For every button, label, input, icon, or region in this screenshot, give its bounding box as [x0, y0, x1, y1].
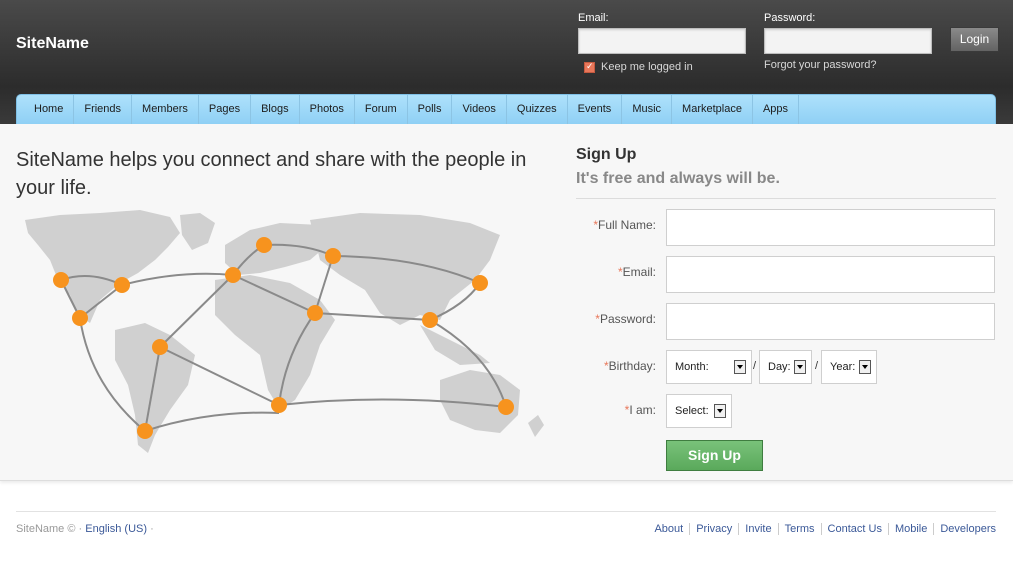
- email-label: *Email:: [572, 265, 656, 279]
- world-map-illustration: [25, 210, 544, 453]
- chevron-down-icon: [734, 360, 746, 374]
- nav-item-home[interactable]: Home: [17, 95, 75, 124]
- location-marker: [137, 423, 153, 439]
- footer-link-invite[interactable]: Invite: [738, 523, 777, 535]
- keep-logged-in-label: Keep me logged in: [601, 61, 693, 73]
- footer-separator: ·: [150, 523, 154, 535]
- birth-day-value: Day:: [768, 361, 791, 373]
- chevron-down-icon: [714, 404, 726, 418]
- footer-link-mobile[interactable]: Mobile: [887, 523, 933, 535]
- login-password-label: Password:: [764, 12, 816, 24]
- gender-value: Select:: [675, 405, 709, 417]
- signup-subtitle: It's free and always will be.: [576, 170, 780, 187]
- keep-logged-in-checkbox[interactable]: [584, 61, 595, 73]
- date-separator: /: [753, 360, 757, 372]
- location-marker: [114, 277, 130, 293]
- birth-year-select[interactable]: Year:: [821, 350, 877, 384]
- location-marker: [225, 267, 241, 283]
- email-input[interactable]: [666, 256, 995, 293]
- forgot-password-link[interactable]: Forgot your password?: [764, 59, 877, 71]
- continent-asia: [310, 213, 500, 325]
- chevron-down-icon: [859, 360, 871, 374]
- top-header: SiteName Email: Password: Login Keep me …: [0, 0, 1013, 124]
- footer-separator: ·: [78, 523, 83, 535]
- nav-item-pages[interactable]: Pages: [199, 95, 252, 124]
- location-marker: [422, 312, 438, 328]
- nav-item-photos[interactable]: Photos: [300, 95, 355, 124]
- birth-month-value: Month:: [675, 361, 709, 373]
- date-separator: /: [815, 360, 819, 372]
- location-marker: [72, 310, 88, 326]
- nav-item-events[interactable]: Events: [568, 95, 623, 124]
- main-nav: Home Friends Members Pages Blogs Photos …: [16, 94, 996, 124]
- page-tagline: SiteName helps you connect and share wit…: [16, 149, 527, 199]
- location-marker: [325, 248, 341, 264]
- login-password-input[interactable]: [764, 28, 932, 54]
- location-marker: [498, 399, 514, 415]
- footer-links: About Privacy Invite Terms Contact Us Mo…: [648, 523, 996, 535]
- connection-line: [314, 255, 334, 314]
- nav-item-friends[interactable]: Friends: [74, 95, 133, 124]
- full-name-label-text: Full Name:: [597, 218, 656, 232]
- birth-year-value: Year:: [830, 361, 856, 373]
- email-label-text: Email:: [622, 265, 656, 279]
- footer-copyright: SiteName ©: [16, 523, 76, 535]
- signup-title: Sign Up: [576, 146, 637, 163]
- nav-item-marketplace[interactable]: Marketplace: [672, 95, 753, 124]
- birthday-label-text: Birthday:: [608, 359, 656, 373]
- full-name-label: *Full Name:: [572, 218, 656, 232]
- site-logo[interactable]: SiteName: [16, 35, 89, 53]
- nav-item-music[interactable]: Music: [622, 95, 673, 124]
- location-marker: [271, 397, 287, 413]
- continents: [25, 210, 544, 453]
- location-marker: [307, 305, 323, 321]
- password-label: *Password:: [572, 312, 656, 326]
- chevron-down-icon: [794, 360, 806, 374]
- nav-item-polls[interactable]: Polls: [408, 95, 453, 124]
- footer-link-contact-us[interactable]: Contact Us: [820, 523, 888, 535]
- footer-link-about[interactable]: About: [648, 523, 689, 535]
- signup-divider: [576, 198, 996, 199]
- language-link[interactable]: English (US): [85, 523, 147, 535]
- nav-item-apps[interactable]: Apps: [753, 95, 800, 124]
- continent-new-zealand: [528, 415, 544, 437]
- full-name-input[interactable]: [666, 209, 995, 246]
- nav-item-quizzes[interactable]: Quizzes: [507, 95, 568, 124]
- login-button[interactable]: Login: [950, 27, 999, 52]
- footer-divider: [16, 511, 996, 512]
- location-marker: [472, 275, 488, 291]
- login-email-label: Email:: [578, 12, 609, 24]
- nav-item-members[interactable]: Members: [132, 95, 199, 124]
- footer-link-terms[interactable]: Terms: [777, 523, 821, 535]
- keep-logged-in[interactable]: Keep me logged in: [584, 61, 693, 73]
- login-email-input[interactable]: [578, 28, 746, 54]
- birth-month-select[interactable]: Month:: [666, 350, 752, 384]
- location-marker: [256, 237, 272, 253]
- birth-day-select[interactable]: Day:: [759, 350, 812, 384]
- nav-item-forum[interactable]: Forum: [355, 95, 408, 124]
- gender-label-text: I am:: [629, 403, 656, 417]
- password-input[interactable]: [666, 303, 995, 340]
- location-marker: [152, 339, 168, 355]
- birthday-label: *Birthday:: [572, 359, 656, 373]
- continent-north-america: [25, 210, 180, 323]
- location-marker: [53, 272, 69, 288]
- continent-greenland: [180, 213, 215, 250]
- footer-link-developers[interactable]: Developers: [933, 523, 996, 535]
- gender-label: *I am:: [572, 403, 656, 417]
- nav-item-blogs[interactable]: Blogs: [251, 95, 300, 124]
- footer-left: SiteName © · English (US) ·: [16, 523, 154, 535]
- footer-link-privacy[interactable]: Privacy: [689, 523, 738, 535]
- nav-item-videos[interactable]: Videos: [452, 95, 507, 124]
- signup-button[interactable]: Sign Up: [666, 440, 763, 471]
- gender-select[interactable]: Select:: [666, 394, 732, 428]
- password-label-text: Password:: [599, 312, 656, 326]
